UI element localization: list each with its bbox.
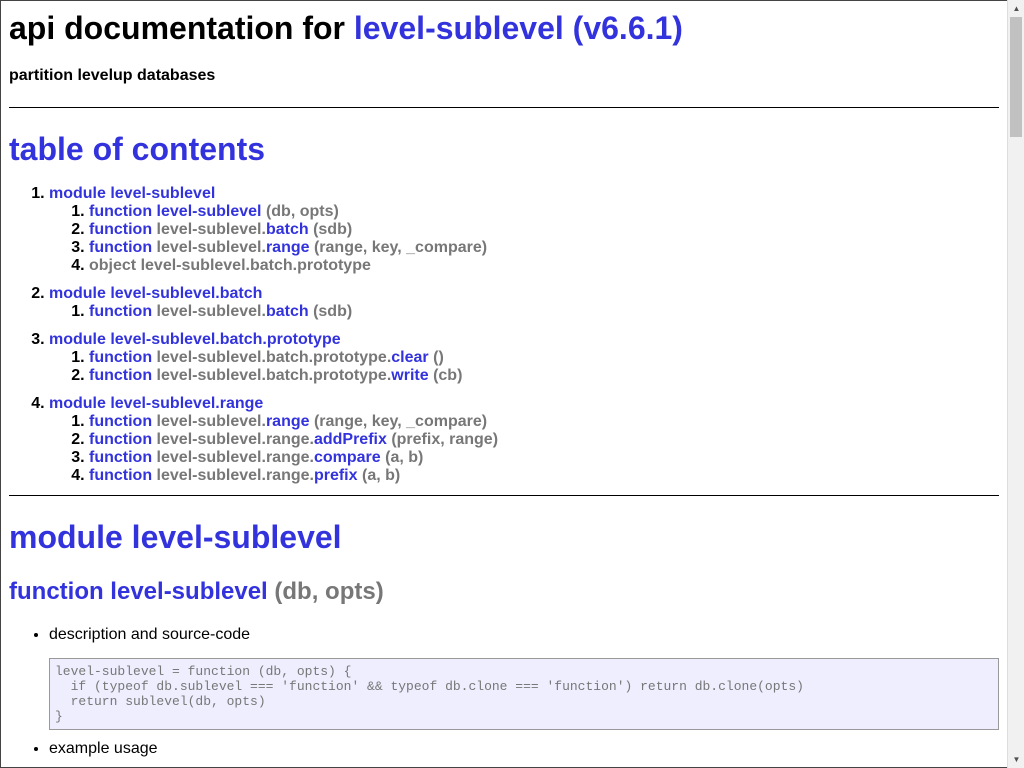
- toc-entry-path: level-sublevel.batch.prototype.: [156, 349, 392, 366]
- toc-entry[interactable]: object level-sublevel.batch.prototype: [89, 257, 999, 275]
- toc-entry-kind: function: [89, 467, 153, 484]
- list-item: description and source-code: [49, 626, 999, 644]
- function-heading-args: (db, opts): [274, 578, 384, 605]
- list-item: example usage: [49, 740, 999, 758]
- function-heading-name[interactable]: function level-sublevel: [9, 578, 268, 605]
- toc-entry-name: prefix: [313, 467, 358, 484]
- source-code-block: level-sublevel = function (db, opts) { i…: [49, 658, 999, 730]
- toc-entry-path: level-sublevel: [156, 203, 262, 220]
- toc-entry-name: clear: [391, 349, 429, 366]
- toc-entry-kind: object: [89, 257, 137, 274]
- toc-entry[interactable]: function level-sublevel.range.addPrefix …: [89, 431, 999, 449]
- toc-entry-name: range: [265, 413, 310, 430]
- toc-module-item: module level-sublevel.batch.prototypefun…: [49, 331, 999, 385]
- toc-entry[interactable]: function level-sublevel.batch.prototype.…: [89, 367, 999, 385]
- scroll-down-arrow-icon[interactable]: ▼: [1008, 751, 1024, 768]
- toc-entry-path: level-sublevel.range.: [156, 431, 314, 448]
- toc-entry-kind: function: [89, 367, 153, 384]
- toc-entry-args: (db, opts): [265, 203, 339, 220]
- toc-entry[interactable]: function level-sublevel.range (range, ke…: [89, 239, 999, 257]
- toc-entry-path: level-sublevel.: [156, 221, 266, 238]
- toc-entry[interactable]: function level-sublevel.range.prefix (a,…: [89, 467, 999, 485]
- toc-entry-name: compare: [313, 449, 381, 466]
- toc-entry-kind: function: [89, 239, 153, 256]
- toc-entry-args: (prefix, range): [391, 431, 499, 448]
- toc-sublist: function level-sublevel (db, opts)functi…: [49, 203, 999, 275]
- divider: [9, 107, 999, 108]
- toc-entry-path: level-sublevel.range.: [156, 467, 314, 484]
- package-link[interactable]: level-sublevel (v6.6.1): [354, 10, 683, 46]
- toc-entry[interactable]: function level-sublevel.batch (sdb): [89, 221, 999, 239]
- toc-entry-kind: function: [89, 413, 153, 430]
- toc-entry-name: addPrefix: [313, 431, 387, 448]
- toc-module-item: module level-sublevel.rangefunction leve…: [49, 395, 999, 485]
- toc-sublist: function level-sublevel.range (range, ke…: [49, 413, 999, 485]
- toc-entry-kind: function: [89, 303, 153, 320]
- toc-entry[interactable]: function level-sublevel.batch (sdb): [89, 303, 999, 321]
- toc-sublist: function level-sublevel.batch (sdb): [49, 303, 999, 321]
- package-description: partition levelup databases: [9, 67, 216, 84]
- toc-entry-args: (): [433, 349, 444, 366]
- page: api documentation for level-sublevel (v6…: [0, 0, 1007, 768]
- toc-entry-name: batch: [265, 221, 309, 238]
- toc-module-item: module level-sublevelfunction level-subl…: [49, 185, 999, 275]
- toc-entry-path: level-sublevel.: [156, 413, 266, 430]
- toc-entry-name: range: [265, 239, 310, 256]
- toc-entry-name: write: [391, 367, 429, 384]
- document-body: api documentation for level-sublevel (v6…: [1, 9, 1007, 758]
- toc-entry-kind: function: [89, 203, 153, 220]
- toc-module-link[interactable]: module level-sublevel.batch: [49, 285, 262, 302]
- divider: [9, 495, 999, 496]
- toc-entry-path: level-sublevel.range.: [156, 449, 314, 466]
- module-heading: module level-sublevel: [9, 519, 342, 555]
- toc-entry[interactable]: function level-sublevel.range.compare (a…: [89, 449, 999, 467]
- toc-entry-args: (cb): [433, 367, 463, 384]
- toc-entry-kind: function: [89, 349, 153, 366]
- toc-entry-path: level-sublevel.batch.prototype.: [156, 367, 392, 384]
- function-heading: function level-sublevel (db, opts): [9, 578, 999, 606]
- toc-entry-path: level-sublevel.: [156, 303, 266, 320]
- toc-module-link[interactable]: module level-sublevel: [49, 185, 215, 202]
- vertical-scrollbar[interactable]: ▲ ▼: [1007, 0, 1024, 768]
- page-title: api documentation for level-sublevel (v6…: [9, 9, 999, 47]
- toc-list: module level-sublevelfunction level-subl…: [9, 185, 999, 485]
- toc-entry-args: (a, b): [385, 449, 424, 466]
- toc-entry-kind: function: [89, 449, 153, 466]
- toc-module-item: module level-sublevel.batchfunction leve…: [49, 285, 999, 321]
- toc-entry-kind: function: [89, 431, 153, 448]
- toc-entry[interactable]: function level-sublevel.batch.prototype.…: [89, 349, 999, 367]
- toc-entry-args: (range, key, _compare): [313, 239, 488, 256]
- toc-entry[interactable]: function level-sublevel (db, opts): [89, 203, 999, 221]
- toc-entry-path: level-sublevel.: [156, 239, 266, 256]
- toc-entry[interactable]: function level-sublevel.range (range, ke…: [89, 413, 999, 431]
- toc-entry-args: (range, key, _compare): [313, 413, 488, 430]
- toc-entry-name: batch: [265, 303, 309, 320]
- code-block-item: level-sublevel = function (db, opts) { i…: [49, 658, 999, 730]
- page-title-prefix: api documentation for: [9, 10, 345, 46]
- scroll-up-arrow-icon[interactable]: ▲: [1008, 0, 1024, 17]
- function-details: description and source-code level-sublev…: [9, 626, 999, 758]
- toc-entry-args: (sdb): [313, 221, 353, 238]
- toc-module-link[interactable]: module level-sublevel.batch.prototype: [49, 331, 341, 348]
- scrollbar-thumb[interactable]: [1010, 17, 1022, 137]
- toc-heading: table of contents: [9, 131, 266, 167]
- toc-entry-path: level-sublevel.batch.prototype: [140, 257, 371, 274]
- toc-module-link[interactable]: module level-sublevel.range: [49, 395, 263, 412]
- toc-entry-args: (sdb): [313, 303, 353, 320]
- toc-entry-args: (a, b): [361, 467, 401, 484]
- toc-entry-kind: function: [89, 221, 153, 238]
- toc-sublist: function level-sublevel.batch.prototype.…: [49, 349, 999, 385]
